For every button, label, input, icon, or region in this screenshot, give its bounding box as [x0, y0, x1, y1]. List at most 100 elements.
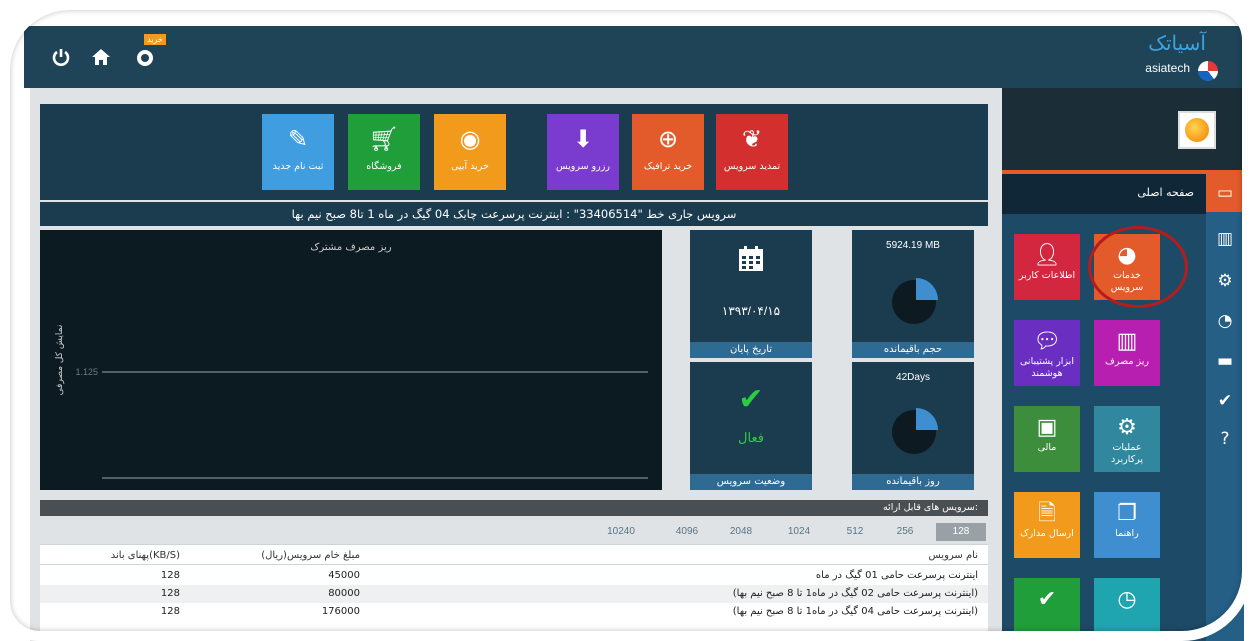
tile-label: ارسال مدارک: [1020, 528, 1074, 539]
chart-title: ریز مصرف مشترک: [310, 242, 392, 253]
main-content: ❦ تمدید سرویس ⊕ خرید ترافیک ⬇ رزرو سرویس…: [30, 88, 1002, 641]
pie-chart-icon: [892, 278, 938, 324]
usage-chart-svg: نمایش کل مصرفی 1.125: [55, 325, 648, 479]
check-icon: ✔: [1037, 587, 1057, 612]
tile-clock[interactable]: ◷: [1094, 578, 1160, 641]
tab-bandwidth-128[interactable]: 128: [936, 523, 986, 541]
notification-badge: خرید: [144, 34, 166, 45]
buy-traffic-button[interactable]: ⊕ خرید ترافیک: [632, 114, 704, 190]
card-icon[interactable]: ▬: [1206, 342, 1244, 380]
help-icon[interactable]: ?: [1206, 420, 1244, 458]
monitor-icon[interactable]: ▭: [1206, 174, 1244, 212]
action-label: فروشگاه: [366, 161, 402, 172]
calendar-icon: [690, 244, 812, 282]
tile-label: خدمات سرویس: [1110, 270, 1144, 293]
services-table: نام سرویس مبلغ خام سرویس(ریال) پهنای بان…: [40, 544, 988, 641]
action-label: تمدید سرویس: [723, 161, 781, 172]
buy-ip-button[interactable]: ◉ خرید آیپی: [434, 114, 506, 190]
money-icon: ▣: [1036, 415, 1058, 440]
action-label: خرید ترافیک: [643, 161, 693, 172]
shop-button[interactable]: 🛒︎ فروشگاه: [348, 114, 420, 190]
tile-user-info[interactable]: 👤︎ اطلاعات کاربر: [1014, 234, 1080, 300]
reserve-service-button[interactable]: ⬇ رزرو سرویس: [547, 114, 619, 190]
remaining-days-value: 42Days: [896, 372, 930, 383]
tab-bandwidth-10240[interactable]: 10240: [596, 523, 646, 541]
service-status-card: ✔ فعال وضعیت سرویس: [690, 362, 812, 490]
row-price: 176000: [321, 606, 360, 617]
tile-check[interactable]: ✔: [1014, 578, 1080, 641]
home-icon[interactable]: [88, 44, 114, 70]
sidebar-item-home[interactable]: صفحه اصلی: [1002, 174, 1206, 214]
table-row[interactable]: اینترنت پرسرعت حامی 01 گیگ در ماه 45000 …: [40, 567, 988, 585]
tile-label: مالی: [1037, 442, 1057, 453]
tile-label: اطلاعات کاربر: [1018, 270, 1076, 281]
tab-bandwidth-4096[interactable]: 4096: [662, 523, 712, 541]
cart-icon: 🛒︎: [368, 125, 400, 153]
tile-usage-detail[interactable]: ▥ ریز مصرف: [1094, 320, 1160, 386]
chat-icon: 💬︎: [1033, 329, 1061, 354]
leaf-icon: ❦: [741, 125, 763, 153]
tile-smart-support[interactable]: 💬︎ ابزار پشتیبانی هوشمند: [1014, 320, 1080, 386]
new-registration-button[interactable]: ✎ ثبت نام جدید: [262, 114, 334, 190]
bandwidth-tabs: 128 256 512 1024 2048 4096 10240: [40, 520, 988, 542]
tile-common-operations[interactable]: ⚙ عملیات پرکاربرد: [1094, 406, 1160, 472]
col-header-price: مبلغ خام سرویس(ریال): [261, 550, 360, 561]
current-service-bar: سرویس جاری خط "33406514" : اینترنت پرسرع…: [40, 202, 988, 226]
gears-icon: ⚙: [1117, 415, 1137, 440]
asiatech-logo[interactable]: آسیاتک asiatech: [1125, 31, 1220, 85]
table-row[interactable]: (اینترنت پرسرعت حامی 04 گیگ در ماه1 تا 8…: [40, 603, 988, 621]
end-date-value: ۱۳۹۳/۰۴/۱۵: [721, 304, 781, 318]
row-speed: 128: [160, 606, 180, 617]
check-icon: ✔: [738, 382, 764, 417]
tab-bandwidth-1024[interactable]: 1024: [774, 523, 824, 541]
bar-chart-icon[interactable]: ▥: [1206, 220, 1244, 258]
notification-icon[interactable]: [132, 44, 158, 70]
clock-icon: ◷: [1117, 587, 1137, 612]
service-status-value: فعال: [738, 430, 764, 445]
action-label: رزرو سرویس: [556, 161, 610, 172]
quick-actions-panel: ❦ تمدید سرویس ⊕ خرید ترافیک ⬇ رزرو سرویس…: [40, 104, 988, 200]
download-icon: ⬇: [572, 125, 594, 153]
profile-band: [1002, 88, 1244, 170]
col-header-speed: پهنای باند(KB/S): [110, 550, 180, 561]
plus-circle-icon: ⊕: [657, 125, 679, 153]
gears-icon[interactable]: ⚙: [1206, 262, 1244, 300]
action-label: خرید آیپی: [451, 161, 489, 172]
logo-globe-icon: [1198, 61, 1218, 81]
row-speed: 128: [160, 570, 180, 581]
tab-bandwidth-512[interactable]: 512: [830, 523, 880, 541]
check-icon[interactable]: ✔: [1206, 382, 1244, 420]
chart-y-tick-label: 1.125: [75, 367, 98, 377]
tile-label: عملیات پرکاربرد: [1110, 442, 1143, 465]
user-icon: 👤︎: [1033, 243, 1061, 268]
tab-bandwidth-256[interactable]: 256: [880, 523, 930, 541]
col-header-name: نام سرویس: [928, 550, 978, 561]
service-status-label: وضعیت سرویس: [690, 474, 812, 490]
tile-label: راهنما: [1115, 528, 1139, 539]
remaining-days-card: 42Days روز باقیمانده: [852, 362, 974, 490]
avatar[interactable]: [1178, 111, 1216, 149]
usage-chart: نمایش کل مصرفی 1.125 ریز مصرف مشترک: [40, 230, 662, 490]
row-speed: 128: [160, 588, 180, 599]
document-icon: 🗎︎: [1038, 501, 1056, 526]
bar-chart-icon: ▥: [1116, 329, 1138, 354]
tile-service[interactable]: ◕ خدمات سرویس: [1094, 234, 1160, 300]
tile-guide[interactable]: ❐ راهنما: [1094, 492, 1160, 558]
row-name: (اینترنت پرسرعت حامی 04 گیگ در ماه1 تا 8…: [732, 606, 978, 617]
tile-send-documents[interactable]: 🗎︎ ارسال مدارک: [1014, 492, 1080, 558]
tile-finance[interactable]: ▣ مالی: [1014, 406, 1080, 472]
sidebar-item-label: صفحه اصلی: [1137, 186, 1194, 199]
tab-bandwidth-2048[interactable]: 2048: [716, 523, 766, 541]
pie-chart-icon: [892, 408, 938, 454]
tile-label: ریز مصرف: [1105, 356, 1149, 367]
row-name: (اینترنت پرسرعت حامی 02 گیگ در ماه1 تا 8…: [732, 588, 978, 599]
power-icon[interactable]: [48, 44, 74, 70]
speedometer-icon[interactable]: ◔: [1206, 302, 1244, 340]
logo-text-en: asiatech: [1145, 61, 1190, 75]
remaining-volume-label: حجم باقیمانده: [852, 342, 974, 358]
row-price: 45000: [328, 570, 360, 581]
speedometer-icon: ◕: [1117, 243, 1137, 268]
copy-icon: ❐: [1117, 501, 1137, 526]
table-row[interactable]: (اینترنت پرسرعت حامی 02 گیگ در ماه1 تا 8…: [40, 585, 988, 603]
renew-service-button[interactable]: ❦ تمدید سرویس: [716, 114, 788, 190]
